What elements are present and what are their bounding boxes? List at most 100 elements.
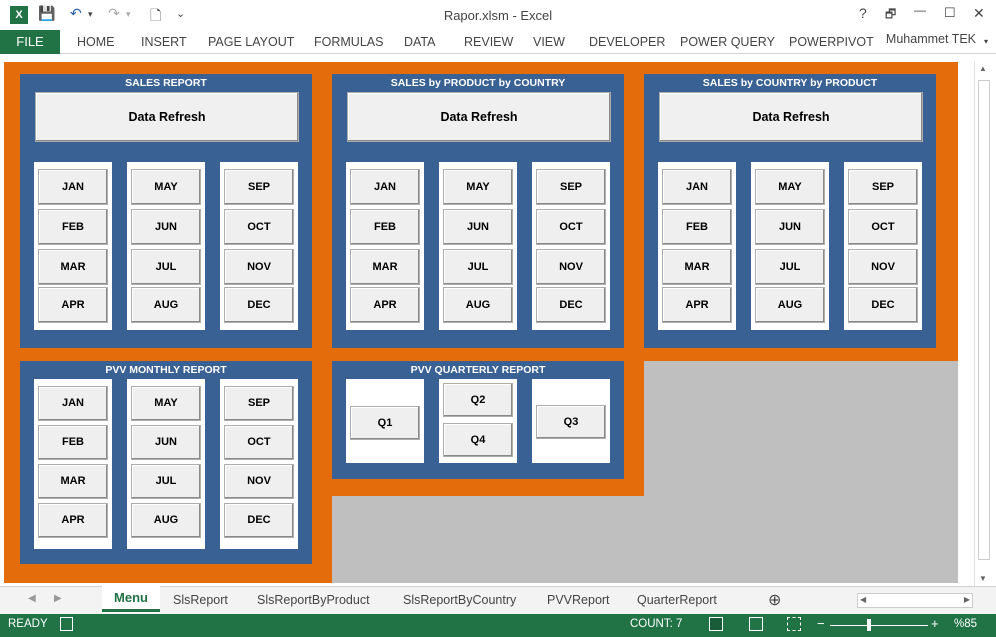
scroll-thumb[interactable]: [978, 80, 990, 560]
month-button-aug[interactable]: AUG: [443, 287, 513, 323]
sheet-tab-quarterreport[interactable]: QuarterReport: [637, 593, 717, 607]
month-button-dec[interactable]: DEC: [536, 287, 606, 323]
help-icon[interactable]: ?: [859, 5, 867, 21]
month-button-nov[interactable]: NOV: [224, 249, 294, 285]
zoom-level[interactable]: %85: [954, 618, 977, 630]
maximize-icon[interactable]: ☐: [944, 5, 956, 21]
month-button-jan[interactable]: JAN: [38, 169, 108, 205]
page-layout-view-icon[interactable]: [749, 617, 763, 631]
month-button-feb[interactable]: FEB: [38, 209, 108, 245]
month-button-jan[interactable]: JAN: [662, 169, 732, 205]
month-button-feb[interactable]: FEB: [662, 209, 732, 245]
tab-file[interactable]: FILE: [0, 30, 60, 54]
month-button-sep[interactable]: SEP: [536, 169, 606, 205]
horizontal-scrollbar[interactable]: ◀ ▶: [857, 593, 973, 608]
minimize-icon[interactable]: —: [914, 3, 926, 17]
data-refresh-button[interactable]: Data Refresh: [659, 92, 923, 142]
tab-home[interactable]: HOME: [77, 35, 115, 49]
sheet-tab-pvvreport[interactable]: PVVReport: [547, 593, 610, 607]
month-column: SEP OCT NOV DEC: [220, 162, 298, 330]
month-button-may[interactable]: MAY: [131, 169, 201, 205]
month-button-jan[interactable]: JAN: [38, 386, 108, 421]
scroll-left-icon[interactable]: ◀: [860, 595, 866, 604]
month-button-dec[interactable]: DEC: [848, 287, 918, 323]
month-button-may[interactable]: MAY: [755, 169, 825, 205]
quarter-button-q2[interactable]: Q2: [443, 383, 513, 417]
month-button-jun[interactable]: JUN: [131, 425, 201, 460]
scroll-down-icon[interactable]: ▼: [979, 574, 987, 583]
tab-data[interactable]: DATA: [404, 35, 435, 49]
add-sheet-icon[interactable]: ⊕: [768, 590, 781, 610]
month-button-nov[interactable]: NOV: [848, 249, 918, 285]
month-button-feb[interactable]: FEB: [38, 425, 108, 460]
tab-formulas[interactable]: FORMULAS: [314, 35, 383, 49]
month-button-oct[interactable]: OCT: [224, 209, 294, 245]
month-button-sep[interactable]: SEP: [224, 386, 294, 421]
month-button-jul[interactable]: JUL: [755, 249, 825, 285]
month-button-jun[interactable]: JUN: [131, 209, 201, 245]
next-sheet-icon[interactable]: ▶: [54, 593, 62, 604]
zoom-in-icon[interactable]: +: [931, 616, 939, 631]
month-button-dec[interactable]: DEC: [224, 503, 294, 538]
sheet-tab-slsreportbyproduct[interactable]: SlsReportByProduct: [257, 593, 370, 607]
month-button-nov[interactable]: NOV: [224, 464, 294, 499]
month-button-feb[interactable]: FEB: [350, 209, 420, 245]
zoom-slider[interactable]: [830, 625, 928, 626]
month-button-apr[interactable]: APR: [38, 503, 108, 538]
page-break-view-icon[interactable]: [787, 617, 801, 631]
scroll-up-icon[interactable]: ▲: [979, 64, 987, 73]
zoom-slider-thumb[interactable]: [867, 619, 871, 631]
tab-page-layout[interactable]: PAGE LAYOUT: [208, 35, 294, 49]
month-button-mar[interactable]: MAR: [350, 249, 420, 285]
month-button-mar[interactable]: MAR: [38, 464, 108, 499]
worksheet-area[interactable]: SALES REPORT Data Refresh JAN FEB MAR AP…: [0, 54, 996, 586]
month-button-oct[interactable]: OCT: [848, 209, 918, 245]
tab-review[interactable]: REVIEW: [464, 35, 513, 49]
prev-sheet-icon[interactable]: ◀: [28, 593, 36, 604]
month-button-sep[interactable]: SEP: [848, 169, 918, 205]
month-button-may[interactable]: MAY: [131, 386, 201, 421]
month-button-jun[interactable]: JUN: [443, 209, 513, 245]
month-button-apr[interactable]: APR: [662, 287, 732, 323]
month-button-mar[interactable]: MAR: [38, 249, 108, 285]
normal-view-icon[interactable]: [709, 617, 723, 631]
tab-powerpivot[interactable]: POWERPIVOT: [789, 35, 874, 49]
quarter-button-q3[interactable]: Q3: [536, 405, 606, 439]
month-button-mar[interactable]: MAR: [662, 249, 732, 285]
month-button-dec[interactable]: DEC: [224, 287, 294, 323]
macro-record-icon[interactable]: [60, 617, 73, 631]
tab-power-query[interactable]: POWER QUERY: [680, 35, 775, 49]
month-button-oct[interactable]: OCT: [536, 209, 606, 245]
user-account[interactable]: Muhammet TEK: [886, 32, 976, 46]
month-button-may[interactable]: MAY: [443, 169, 513, 205]
month-button-oct[interactable]: OCT: [224, 425, 294, 460]
sheet-tab-slsreportbycountry[interactable]: SlsReportByCountry: [403, 593, 516, 607]
month-button-aug[interactable]: AUG: [131, 503, 201, 538]
tab-view[interactable]: VIEW: [533, 35, 565, 49]
month-button-apr[interactable]: APR: [350, 287, 420, 323]
tab-insert[interactable]: INSERT: [141, 35, 187, 49]
vertical-scrollbar[interactable]: ▲ ▼: [974, 62, 992, 586]
month-button-aug[interactable]: AUG: [755, 287, 825, 323]
quarter-button-q1[interactable]: Q1: [350, 406, 420, 440]
month-button-nov[interactable]: NOV: [536, 249, 606, 285]
month-button-jul[interactable]: JUL: [131, 249, 201, 285]
month-button-jun[interactable]: JUN: [755, 209, 825, 245]
month-button-aug[interactable]: AUG: [131, 287, 201, 323]
month-button-jul[interactable]: JUL: [443, 249, 513, 285]
quarter-button-q4[interactable]: Q4: [443, 423, 513, 457]
sheet-tab-menu[interactable]: Menu: [102, 586, 160, 612]
data-refresh-button[interactable]: Data Refresh: [35, 92, 299, 142]
data-refresh-button[interactable]: Data Refresh: [347, 92, 611, 142]
tab-developer[interactable]: DEVELOPER: [589, 35, 665, 49]
month-button-jan[interactable]: JAN: [350, 169, 420, 205]
close-icon[interactable]: ✕: [973, 5, 985, 22]
ribbon-display-icon[interactable]: 🗗: [885, 5, 896, 26]
user-dropdown-icon[interactable]: ▾: [984, 37, 988, 46]
month-button-apr[interactable]: APR: [38, 287, 108, 323]
zoom-out-icon[interactable]: −: [817, 616, 825, 631]
sheet-tab-slsreport[interactable]: SlsReport: [173, 593, 228, 607]
scroll-right-icon[interactable]: ▶: [964, 595, 970, 604]
month-button-jul[interactable]: JUL: [131, 464, 201, 499]
month-button-sep[interactable]: SEP: [224, 169, 294, 205]
